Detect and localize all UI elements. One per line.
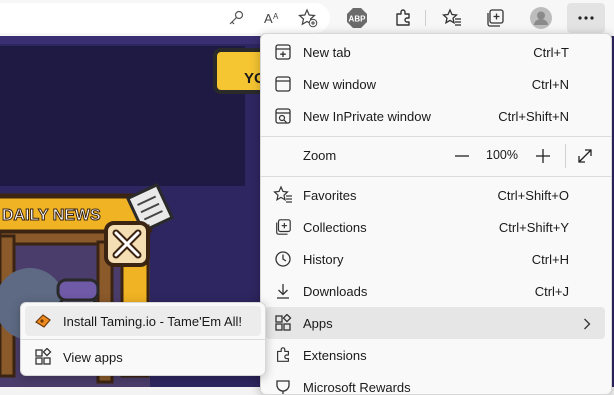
menu-item-collections[interactable]: Collections Ctrl+Shift+Y bbox=[265, 211, 605, 243]
menu-separator bbox=[261, 176, 611, 177]
fullscreen-button[interactable] bbox=[571, 142, 599, 170]
apps-icon bbox=[273, 313, 293, 333]
svg-text:A: A bbox=[264, 11, 273, 26]
download-icon bbox=[273, 281, 293, 301]
view-apps-label: View apps bbox=[63, 349, 123, 365]
menu-item-label: Microsoft Rewards bbox=[303, 379, 411, 395]
submenu-separator bbox=[21, 339, 265, 340]
zoom-row: Zoom 100% bbox=[261, 138, 611, 174]
menu-item-history[interactable]: History Ctrl+H bbox=[265, 243, 605, 275]
favorites-icon[interactable] bbox=[438, 4, 466, 32]
menu-item-label: Downloads bbox=[303, 283, 368, 299]
menu-item-new-tab[interactable]: New tab Ctrl+T bbox=[265, 36, 605, 68]
menu-item-shortcut: Ctrl+Shift+N bbox=[498, 108, 569, 124]
taming-io-icon bbox=[33, 311, 53, 331]
menu-item-label: History bbox=[303, 251, 344, 267]
zoom-in-button[interactable] bbox=[529, 142, 557, 170]
new-window-icon bbox=[273, 74, 293, 94]
apps-grid-icon bbox=[33, 347, 53, 367]
new-tab-icon bbox=[273, 42, 293, 62]
collections-icon bbox=[273, 217, 293, 237]
favorites-icon bbox=[273, 185, 293, 205]
minus-icon bbox=[455, 155, 469, 157]
inprivate-icon bbox=[273, 106, 293, 126]
view-apps-item[interactable]: View apps bbox=[25, 342, 261, 372]
svg-text:A: A bbox=[273, 12, 279, 21]
install-app-item[interactable]: Install Taming.io - Tame'Em All! bbox=[25, 306, 261, 336]
menu-item-label: Favorites bbox=[303, 187, 357, 203]
daily-news-title: DAILY NEWS bbox=[2, 207, 101, 224]
menu-item-downloads[interactable]: Downloads Ctrl+J bbox=[265, 275, 605, 307]
extensions-icon bbox=[273, 345, 293, 365]
more-menu: New tab Ctrl+T New window Ctrl+N New InP… bbox=[260, 33, 612, 395]
menu-item-label: New InPrivate window bbox=[303, 108, 431, 124]
read-aloud-icon[interactable]: AA bbox=[259, 4, 287, 32]
menu-item-shortcut: Ctrl+Shift+O bbox=[497, 187, 569, 203]
menu-item-new-window[interactable]: New window Ctrl+N bbox=[265, 68, 605, 100]
menu-item-shortcut: Ctrl+T bbox=[533, 44, 569, 60]
extensions-icon[interactable] bbox=[389, 4, 417, 32]
menu-item-label: New tab bbox=[303, 44, 351, 60]
menu-item-label: New window bbox=[303, 76, 376, 92]
key-icon[interactable] bbox=[222, 4, 250, 32]
menu-item-label: Collections bbox=[303, 219, 367, 235]
menu-item-new-inprivate-window[interactable]: New InPrivate window Ctrl+Shift+N bbox=[265, 100, 605, 132]
install-app-label: Install Taming.io - Tame'Em All! bbox=[63, 313, 243, 329]
zoom-label: Zoom bbox=[303, 148, 337, 163]
game-close-icon bbox=[104, 221, 150, 267]
fullscreen-icon bbox=[578, 149, 592, 163]
plus-icon bbox=[536, 149, 550, 163]
chevron-right-icon bbox=[583, 317, 591, 335]
zoom-divider bbox=[565, 144, 566, 168]
rewards-icon bbox=[273, 377, 293, 394]
add-favorite-icon[interactable] bbox=[294, 4, 322, 32]
menu-item-shortcut: Ctrl+Shift+Y bbox=[498, 219, 569, 235]
menu-item-favorites[interactable]: Favorites Ctrl+Shift+O bbox=[265, 179, 605, 211]
more-icon bbox=[578, 16, 594, 20]
apps-submenu: Install Taming.io - Tame'Em All! View ap… bbox=[20, 302, 266, 376]
menu-item-microsoft-rewards[interactable]: Microsoft Rewards bbox=[265, 371, 605, 395]
profile-icon[interactable] bbox=[527, 4, 555, 32]
adblock-plus-icon[interactable]: ABP bbox=[343, 4, 371, 32]
menu-item-extensions[interactable]: Extensions bbox=[265, 339, 605, 371]
menu-item-apps[interactable]: Apps bbox=[265, 307, 605, 339]
menu-item-shortcut: Ctrl+J bbox=[534, 283, 569, 299]
menu-item-shortcut: Ctrl+N bbox=[531, 76, 569, 92]
menu-item-shortcut: Ctrl+H bbox=[531, 251, 569, 267]
more-button[interactable] bbox=[567, 3, 605, 33]
history-icon bbox=[273, 249, 293, 269]
menu-item-label: Apps bbox=[303, 315, 333, 331]
browser-toolbar: AA ABP bbox=[0, 0, 614, 36]
adblock-label: ABP bbox=[349, 15, 367, 24]
menu-item-label: Extensions bbox=[303, 347, 367, 363]
zoom-value: 100% bbox=[486, 148, 518, 162]
toolbar-divider bbox=[425, 10, 426, 26]
zoom-out-button[interactable] bbox=[448, 142, 476, 170]
collections-icon[interactable] bbox=[481, 4, 509, 32]
menu-separator bbox=[261, 136, 611, 137]
